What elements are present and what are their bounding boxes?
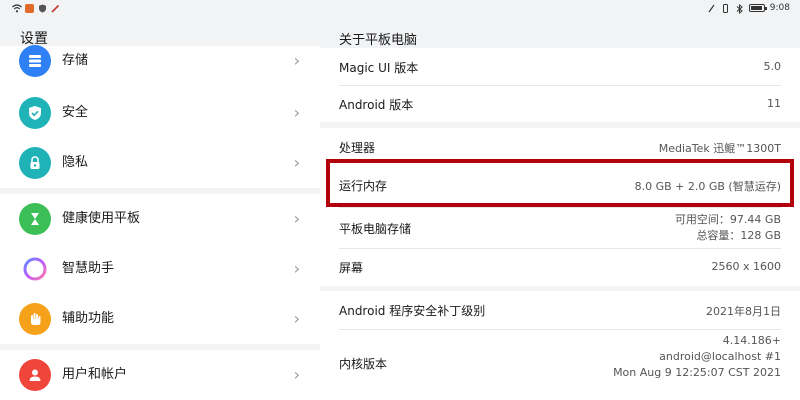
settings-item-smart-assistant[interactable]: 智慧助手 ›	[0, 244, 320, 294]
row-value: 11	[767, 97, 781, 110]
status-bar-right-icons: 9:08	[707, 3, 790, 14]
settings-item-label: 隐私	[62, 155, 89, 170]
settings-item-privacy[interactable]: 隐私 ›	[0, 138, 320, 188]
hardware-card: 处理器 MediaTek 迅鲲™1300T 运行内存 8.0 GB + 2.0 …	[320, 128, 800, 286]
status-bar: 9:08	[0, 0, 800, 18]
row-value: 5.0	[763, 60, 782, 73]
chevron-right-icon: ›	[293, 153, 300, 172]
chevron-right-icon: ›	[293, 365, 300, 384]
settings-item-label: 健康使用平板	[62, 211, 141, 226]
hand-icon	[19, 303, 51, 335]
settings-item-label: 存储	[62, 53, 89, 68]
screen-row: 屏幕 2560 x 1600	[320, 248, 800, 286]
row-value: MediaTek 迅鲲™1300T	[658, 142, 781, 155]
user-icon	[19, 359, 51, 391]
status-time: 9:08	[769, 3, 790, 13]
shield-notification-icon	[38, 4, 47, 13]
wifi-icon	[12, 4, 22, 13]
chevron-right-icon: ›	[293, 209, 300, 228]
battery-icon	[748, 4, 767, 12]
settings-list-panel: 设置 存储 › 安全 › 隐私 › 健康使用平板 › 智慧助手 › 辅助功能 ›…	[0, 18, 320, 400]
row-label: 内核版本	[339, 357, 388, 371]
settings-item-storage[interactable]: 存储 ›	[0, 36, 320, 86]
settings-item-label: 辅助功能	[62, 311, 115, 326]
chevron-right-icon: ›	[293, 51, 300, 70]
settings-item-label: 用户和帐户	[62, 367, 128, 382]
row-value-line-3: Mon Aug 9 12:25:07 CST 2021	[613, 366, 781, 379]
highlight-box	[326, 159, 794, 207]
storage-row: 平板电脑存储 可用空间：97.44 GB 总容量：128 GB	[320, 207, 800, 247]
row-label: 屏幕	[339, 261, 364, 275]
row-value-line-1: 4.14.186+	[722, 334, 781, 347]
settings-group-1: 存储 › 安全 › 隐私 ›	[0, 45, 320, 188]
version-card: Magic UI 版本 5.0 Android 版本 11	[320, 48, 800, 122]
assistant-ring-icon	[19, 253, 51, 285]
security-patch-row[interactable]: Android 程序安全补丁级别 2021年8月1日	[320, 291, 800, 329]
kernel-version-row[interactable]: 内核版本 4.14.186+ android@localhost #1 Mon …	[320, 329, 800, 400]
row-label: 处理器	[339, 141, 376, 155]
settings-item-digital-balance[interactable]: 健康使用平板 ›	[0, 194, 320, 244]
bluetooth-icon	[735, 3, 744, 14]
shield-icon	[19, 97, 51, 129]
stylus-icon	[707, 4, 716, 13]
settings-item-label: 安全	[62, 105, 89, 120]
settings-group-3: 用户和帐户 ›	[0, 350, 320, 400]
row-value-available: 可用空间：97.44 GB	[674, 213, 781, 226]
status-bar-left-icons	[12, 4, 60, 13]
software-card: Android 程序安全补丁级别 2021年8月1日 内核版本 4.14.186…	[320, 291, 800, 400]
row-label: Android 程序安全补丁级别	[339, 304, 486, 318]
row-label: Android 版本	[339, 98, 414, 112]
row-label: Magic UI 版本	[339, 61, 419, 75]
chevron-right-icon: ›	[293, 259, 300, 278]
row-value: 2021年8月1日	[706, 305, 781, 318]
about-tablet-panel: 关于平板电脑 Magic UI 版本 5.0 Android 版本 11 处理器…	[320, 18, 800, 400]
storage-icon	[19, 45, 51, 77]
privacy-lock-icon	[19, 147, 51, 179]
android-version-row[interactable]: Android 版本 11	[320, 85, 800, 122]
settings-item-label: 智慧助手	[62, 261, 115, 276]
settings-item-accessibility[interactable]: 辅助功能 ›	[0, 294, 320, 344]
app-notification-icon	[25, 4, 34, 13]
page-title: 关于平板电脑	[339, 33, 418, 48]
row-value: 2560 x 1600	[711, 260, 782, 273]
settings-group-2: 健康使用平板 › 智慧助手 › 辅助功能 ›	[0, 194, 320, 344]
hourglass-icon	[19, 203, 51, 235]
vibrate-icon	[721, 3, 730, 13]
chevron-right-icon: ›	[293, 103, 300, 122]
settings-item-security[interactable]: 安全 ›	[0, 88, 320, 138]
magic-ui-version-row[interactable]: Magic UI 版本 5.0	[320, 48, 800, 85]
row-value-total: 总容量：128 GB	[696, 229, 781, 242]
chevron-right-icon: ›	[293, 309, 300, 328]
settings-item-users-accounts[interactable]: 用户和帐户 ›	[0, 350, 320, 400]
row-value-line-2: android@localhost #1	[659, 350, 781, 363]
pen-notification-icon	[51, 4, 60, 13]
row-label: 平板电脑存储	[339, 222, 412, 236]
